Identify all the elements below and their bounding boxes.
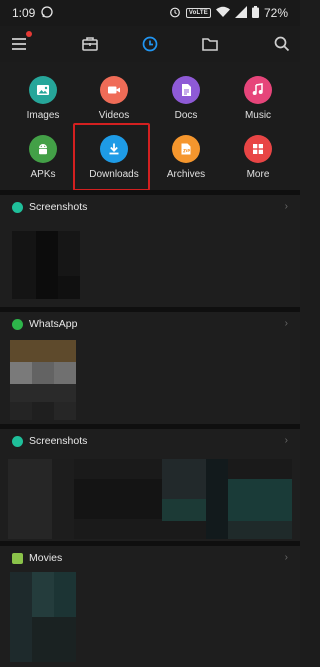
- top-toolbar: [0, 26, 300, 62]
- category-label: Images: [26, 110, 60, 121]
- category-more[interactable]: More: [223, 125, 293, 185]
- category-images[interactable]: Images: [8, 66, 78, 126]
- category-label: Archives: [166, 169, 206, 180]
- status-bar: 1:09 VoLTE 72%: [0, 0, 300, 26]
- toolbox-icon[interactable]: [80, 34, 100, 54]
- wifi-icon: [215, 6, 230, 21]
- category-label: Docs: [174, 110, 198, 121]
- doc-icon: [172, 76, 200, 104]
- screenshot-section-icon: [12, 435, 23, 447]
- category-music[interactable]: Music: [223, 66, 293, 126]
- zip-icon: [172, 135, 200, 163]
- thumbnail[interactable]: [10, 340, 76, 420]
- category-grid: Images Videos Docs Music APKs Downloads: [0, 62, 300, 188]
- screenshot-section-icon: [12, 201, 23, 213]
- section-title: Movies: [29, 552, 63, 564]
- android-icon: [29, 135, 57, 163]
- alarm-icon: [169, 6, 181, 21]
- notification-dot: [26, 31, 32, 37]
- image-icon: [29, 76, 57, 104]
- battery-icon: [251, 5, 259, 21]
- whatsapp-notification-icon: [41, 5, 54, 21]
- section-screenshots[interactable]: Screenshots ›: [0, 195, 300, 307]
- menu-icon[interactable]: [9, 31, 32, 54]
- video-icon: [100, 76, 128, 104]
- category-archives[interactable]: Archives: [151, 125, 221, 185]
- thumbnail[interactable]: [10, 572, 76, 662]
- section-header: Screenshots: [12, 201, 87, 213]
- chevron-right-icon[interactable]: ›: [285, 201, 288, 212]
- category-label: Videos: [98, 110, 130, 121]
- section-movies[interactable]: Movies ›: [0, 546, 300, 667]
- whatsapp-section-icon: [12, 318, 23, 330]
- chevron-right-icon[interactable]: ›: [285, 435, 288, 446]
- section-header: Movies: [12, 552, 62, 564]
- category-label: More: [246, 169, 270, 180]
- search-icon[interactable]: [272, 34, 292, 54]
- section-header: WhatsApp: [12, 318, 77, 330]
- signal-icon: [234, 5, 247, 21]
- category-videos[interactable]: Videos: [79, 66, 149, 126]
- section-screenshots-2[interactable]: Screenshots ›: [0, 429, 300, 541]
- movie-section-icon: [12, 552, 23, 564]
- folder-icon[interactable]: [200, 34, 220, 54]
- section-whatsapp[interactable]: WhatsApp ›: [0, 312, 300, 424]
- volte-badge: VoLTE: [185, 8, 211, 18]
- chevron-right-icon[interactable]: ›: [285, 318, 288, 329]
- section-title: Screenshots: [29, 201, 88, 213]
- music-icon: [244, 76, 272, 104]
- category-docs[interactable]: Docs: [151, 66, 221, 126]
- status-time: 1:09: [12, 6, 36, 20]
- category-label: APKs: [30, 169, 56, 180]
- recent-clock-icon[interactable]: [140, 34, 160, 54]
- thumbnail[interactable]: [12, 231, 80, 299]
- grid-icon: [244, 135, 272, 163]
- thumbnail-strip[interactable]: [8, 459, 292, 539]
- battery-level: 72%: [263, 6, 288, 20]
- section-title: WhatsApp: [29, 318, 78, 330]
- category-label: Music: [244, 110, 272, 121]
- section-header: Screenshots: [12, 435, 87, 447]
- highlight-annotation-box: [73, 123, 150, 191]
- chevron-right-icon[interactable]: ›: [285, 552, 288, 563]
- category-apks[interactable]: APKs: [8, 125, 78, 185]
- section-title: Screenshots: [29, 435, 88, 447]
